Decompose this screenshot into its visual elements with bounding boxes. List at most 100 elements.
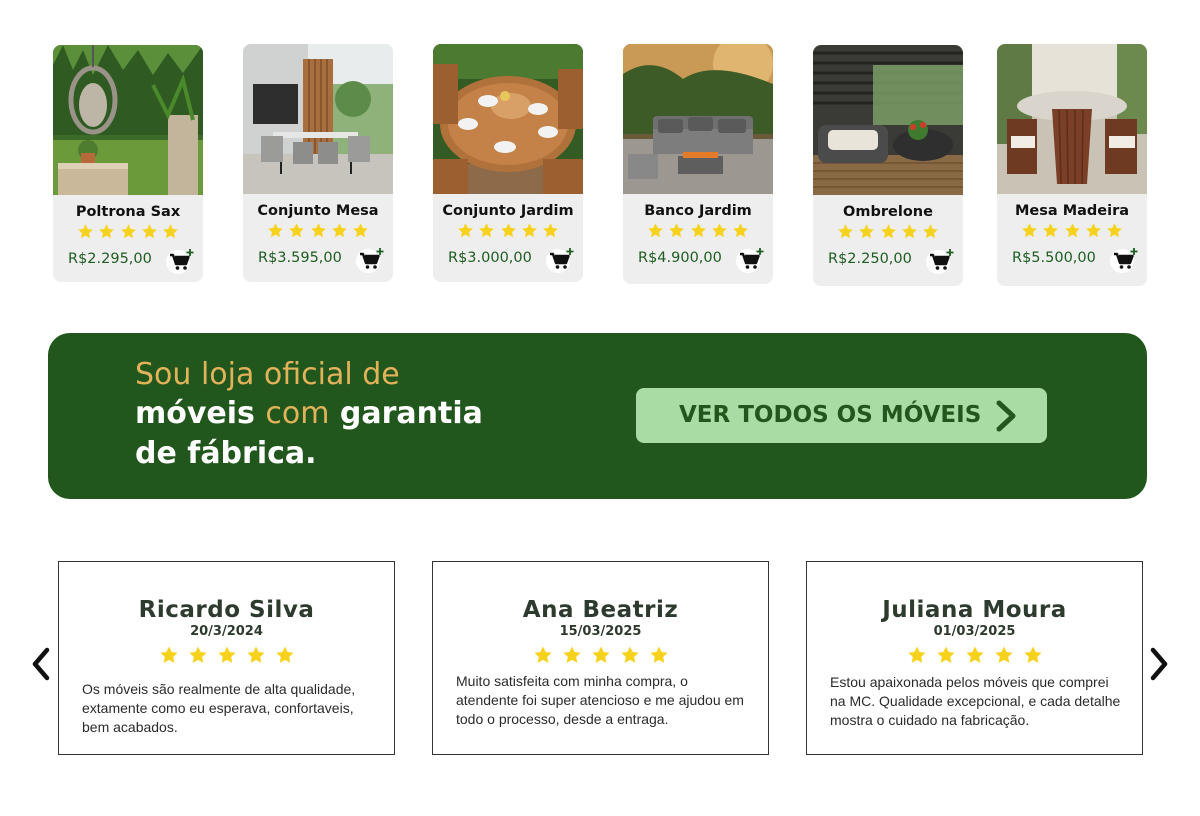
star-icon <box>647 222 664 239</box>
review-text: Os móveis são realmente de alta qualidad… <box>82 681 356 735</box>
star-icon <box>188 645 208 665</box>
hanging-egg-chair-garden-image <box>53 45 203 195</box>
star-icon <box>288 222 305 239</box>
banner-text-garantia: garantia <box>329 396 483 431</box>
review-text: Estou apaixonada pelos móveis que compre… <box>830 674 1121 728</box>
product-rating <box>433 222 583 242</box>
star-icon <box>542 222 559 239</box>
reviewer-name: Juliana Moura <box>882 597 1067 623</box>
testimonial-card: Juliana Moura 01/03/2025 Estou apaixonad… <box>806 561 1143 755</box>
star-icon <box>965 645 985 665</box>
star-icon <box>901 223 918 240</box>
star-icon <box>562 645 582 665</box>
star-icon <box>246 645 266 665</box>
star-icon <box>352 222 369 239</box>
star-icon <box>907 645 927 665</box>
product-rating <box>53 223 203 243</box>
product-image[interactable] <box>623 44 773 194</box>
star-icon <box>936 645 956 665</box>
view-all-furniture-button[interactable]: VER TODOS OS MÓVEIS <box>636 388 1047 443</box>
star-icon <box>533 645 553 665</box>
view-all-furniture-label: VER TODOS OS MÓVEIS <box>679 402 982 428</box>
product-image[interactable] <box>53 45 203 195</box>
product-card[interactable]: Mesa Madeira R$5.500,00 <box>997 44 1147 286</box>
star-icon <box>478 222 495 239</box>
review-rating <box>433 645 768 667</box>
banner-text-moveis: móveis <box>135 396 266 431</box>
product-card[interactable]: Poltrona Sax R$2.295,00 <box>53 45 203 282</box>
star-icon <box>690 222 707 239</box>
add-to-cart-icon[interactable] <box>925 247 955 275</box>
star-icon <box>457 222 474 239</box>
product-price: R$5.500,00 <box>1012 250 1096 266</box>
product-price: R$3.000,00 <box>448 250 532 266</box>
star-icon <box>1023 645 1043 665</box>
review-rating <box>807 645 1142 667</box>
product-card[interactable]: Banco Jardim R$4.900,00 <box>623 44 773 284</box>
review-date: 01/03/2025 <box>933 624 1016 639</box>
add-to-cart-icon[interactable] <box>355 246 385 274</box>
product-name: Poltrona Sax <box>75 204 181 220</box>
product-price: R$3.595,00 <box>258 250 342 266</box>
pergola-wicker-seating-image <box>813 45 963 195</box>
star-icon <box>1085 222 1102 239</box>
star-icon <box>500 222 517 239</box>
star-icon <box>591 645 611 665</box>
reviewer-name: Ana Beatriz <box>522 597 679 623</box>
star-icon <box>159 645 179 665</box>
banner-headline-line1: Sou loja oficial de <box>135 357 400 392</box>
star-icon <box>141 223 158 240</box>
banner-text-com: com <box>265 396 330 431</box>
add-to-cart-icon[interactable] <box>165 247 195 275</box>
product-rating <box>813 223 963 243</box>
star-icon <box>1021 222 1038 239</box>
review-date: 20/3/2024 <box>190 624 263 639</box>
product-price: R$2.250,00 <box>828 251 912 267</box>
star-icon <box>620 645 640 665</box>
wood-dining-table-indoor-image <box>997 44 1147 194</box>
product-image[interactable] <box>243 44 393 194</box>
product-rating <box>997 222 1147 242</box>
add-to-cart-icon[interactable] <box>735 246 765 274</box>
product-name: Mesa Madeira <box>1014 203 1130 219</box>
review-text: Muito satisfeita com minha compra, o ate… <box>456 673 744 727</box>
outdoor-sofa-fire-table-image <box>623 44 773 194</box>
product-price: R$2.295,00 <box>68 251 152 267</box>
star-icon <box>837 223 854 240</box>
round-wood-garden-table-image <box>433 44 583 194</box>
star-icon <box>994 645 1014 665</box>
product-name: Conjunto Mesa <box>257 203 379 219</box>
review-rating <box>59 645 394 667</box>
star-icon <box>217 645 237 665</box>
reviewer-name: Ricardo Silva <box>138 597 315 623</box>
star-icon <box>98 223 115 240</box>
star-icon <box>310 222 327 239</box>
add-to-cart-icon[interactable] <box>1109 246 1139 274</box>
chevron-right-icon[interactable] <box>1145 644 1173 684</box>
star-icon <box>331 222 348 239</box>
review-date: 15/03/2025 <box>559 624 642 639</box>
star-icon <box>649 645 669 665</box>
star-icon <box>1106 222 1123 239</box>
product-rating <box>243 222 393 242</box>
product-card[interactable]: Ombrelone R$2.250,00 <box>813 45 963 286</box>
testimonial-card: Ana Beatriz 15/03/2025 Muito satisfeita … <box>432 561 769 755</box>
product-image[interactable] <box>813 45 963 195</box>
product-image[interactable] <box>433 44 583 194</box>
star-icon <box>732 222 749 239</box>
product-name: Banco Jardim <box>644 203 752 219</box>
product-card[interactable]: Conjunto Jardim R$3.000,00 <box>433 44 583 282</box>
terrace-dining-set-image <box>243 44 393 194</box>
product-card[interactable]: Conjunto Mesa R$3.595,00 <box>243 44 393 282</box>
chevron-left-icon[interactable] <box>27 644 55 684</box>
official-store-banner: Sou loja oficial de móveis com garantia … <box>48 333 1147 499</box>
product-carousel: Poltrona Sax R$2.295,00 Conjunto Mesa R$… <box>0 0 1200 300</box>
product-image[interactable] <box>997 44 1147 194</box>
product-rating <box>623 222 773 242</box>
star-icon <box>267 222 284 239</box>
star-icon <box>77 223 94 240</box>
star-icon <box>880 223 897 240</box>
add-to-cart-icon[interactable] <box>545 246 575 274</box>
chevron-right-icon <box>996 400 1016 432</box>
testimonial-card: Ricardo Silva 20/3/2024 Os móveis são re… <box>58 561 395 755</box>
